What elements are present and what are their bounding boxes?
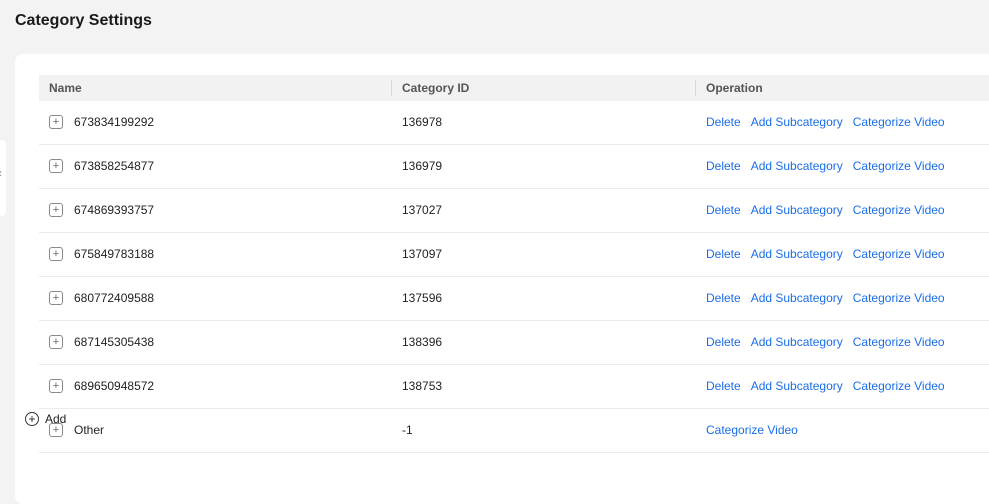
plus-square-icon[interactable]: +	[49, 335, 63, 349]
operation-cell: Categorize Video	[706, 409, 798, 451]
plus-square-icon[interactable]: +	[49, 159, 63, 173]
chevron-left-icon[interactable]: ‹	[0, 166, 2, 180]
category-id: 138396	[402, 335, 443, 349]
category-name: 673858254877	[74, 159, 155, 173]
header-operation: Operation	[706, 81, 763, 95]
categorize-video-link[interactable]: Categorize Video	[706, 409, 798, 451]
categorize-video-link[interactable]: Categorize Video	[853, 189, 945, 231]
delete-link[interactable]: Delete	[706, 233, 741, 275]
table-row: +674869393757 137027 Delete Add Subcategory…	[39, 189, 989, 233]
delete-link[interactable]: Delete	[706, 277, 741, 319]
category-id: 136979	[402, 159, 443, 173]
name-cell: +673858254877	[49, 145, 154, 187]
category-id: 137097	[402, 247, 443, 261]
page-title: Category Settings	[15, 12, 152, 29]
categorize-video-link[interactable]: Categorize Video	[853, 277, 945, 319]
table-row: +687145305438 138396 Delete Add Subcategory…	[39, 321, 989, 365]
add-category-button[interactable]: + Add	[25, 412, 66, 426]
column-divider	[695, 80, 696, 96]
add-subcategory-link[interactable]: Add Subcategory	[751, 233, 843, 275]
category-id: 137027	[402, 203, 443, 217]
category-id: 138753	[402, 379, 443, 393]
table-header: Name Category ID Operation	[39, 75, 989, 101]
header-category-id: Category ID	[402, 81, 470, 95]
name-cell: +674869393757	[49, 189, 154, 231]
categorize-video-link[interactable]: Categorize Video	[853, 145, 945, 187]
plus-square-icon[interactable]: +	[49, 291, 63, 305]
table-row: +689650948572 138753 Delete Add Subcategory…	[39, 365, 989, 409]
add-subcategory-link[interactable]: Add Subcategory	[751, 145, 843, 187]
category-id: 137596	[402, 291, 443, 305]
column-divider	[391, 80, 392, 96]
category-id: 136978	[402, 115, 443, 129]
add-subcategory-link[interactable]: Add Subcategory	[751, 277, 843, 319]
category-name: 675849783188	[74, 247, 155, 261]
category-table: Name Category ID Operation +673834199292…	[39, 75, 989, 453]
add-subcategory-link[interactable]: Add Subcategory	[751, 321, 843, 363]
operation-cell: Delete Add Subcategory Categorize Video	[706, 277, 945, 319]
add-label: Add	[45, 412, 67, 426]
delete-link[interactable]: Delete	[706, 101, 741, 143]
name-cell: +675849783188	[49, 233, 154, 275]
categorize-video-link[interactable]: Categorize Video	[853, 321, 945, 363]
category-name: 674869393757	[74, 203, 155, 217]
table-row: +673834199292 136978 Delete Add Subcategory…	[39, 101, 989, 145]
table-row: +675849783188 137097 Delete Add Subcategory…	[39, 233, 989, 277]
plus-square-icon[interactable]: +	[49, 247, 63, 261]
add-subcategory-link[interactable]: Add Subcategory	[751, 101, 843, 143]
operation-cell: Delete Add Subcategory Categorize Video	[706, 321, 945, 363]
table-row: +673858254877 136979 Delete Add Subcategory…	[39, 145, 989, 189]
name-cell: +680772409588	[49, 277, 154, 319]
name-cell: +689650948572	[49, 365, 154, 407]
add-subcategory-link[interactable]: Add Subcategory	[751, 365, 843, 407]
plus-square-icon[interactable]: +	[49, 379, 63, 393]
category-card: Name Category ID Operation +673834199292…	[15, 54, 989, 504]
plus-circle-icon: +	[25, 412, 39, 426]
name-cell: +687145305438	[49, 321, 154, 363]
delete-link[interactable]: Delete	[706, 321, 741, 363]
table-row: + Other -1 Categorize Video	[39, 409, 989, 453]
table-body: +673834199292 136978 Delete Add Subcategory…	[39, 101, 989, 453]
plus-square-icon[interactable]: +	[49, 115, 63, 129]
operation-cell: Delete Add Subcategory Categorize Video	[706, 233, 945, 275]
categorize-video-link[interactable]: Categorize Video	[853, 101, 945, 143]
category-name: 689650948572	[74, 379, 155, 393]
delete-link[interactable]: Delete	[706, 189, 741, 231]
category-name: 673834199292	[74, 115, 155, 129]
table-row: +680772409588 137596 Delete Add Subcategory…	[39, 277, 989, 321]
delete-link[interactable]: Delete	[706, 145, 741, 187]
category-id: -1	[402, 423, 413, 437]
name-cell: +673834199292	[49, 101, 154, 143]
categorize-video-link[interactable]: Categorize Video	[853, 365, 945, 407]
operation-cell: Delete Add Subcategory Categorize Video	[706, 101, 945, 143]
categorize-video-link[interactable]: Categorize Video	[853, 233, 945, 275]
header-name: Name	[49, 81, 82, 95]
plus-square-icon[interactable]: +	[49, 203, 63, 217]
operation-cell: Delete Add Subcategory Categorize Video	[706, 189, 945, 231]
category-name: Other	[74, 423, 105, 437]
add-subcategory-link[interactable]: Add Subcategory	[751, 189, 843, 231]
category-name: 687145305438	[74, 335, 155, 349]
operation-cell: Delete Add Subcategory Categorize Video	[706, 365, 945, 407]
category-name: 680772409588	[74, 291, 155, 305]
operation-cell: Delete Add Subcategory Categorize Video	[706, 145, 945, 187]
delete-link[interactable]: Delete	[706, 365, 741, 407]
